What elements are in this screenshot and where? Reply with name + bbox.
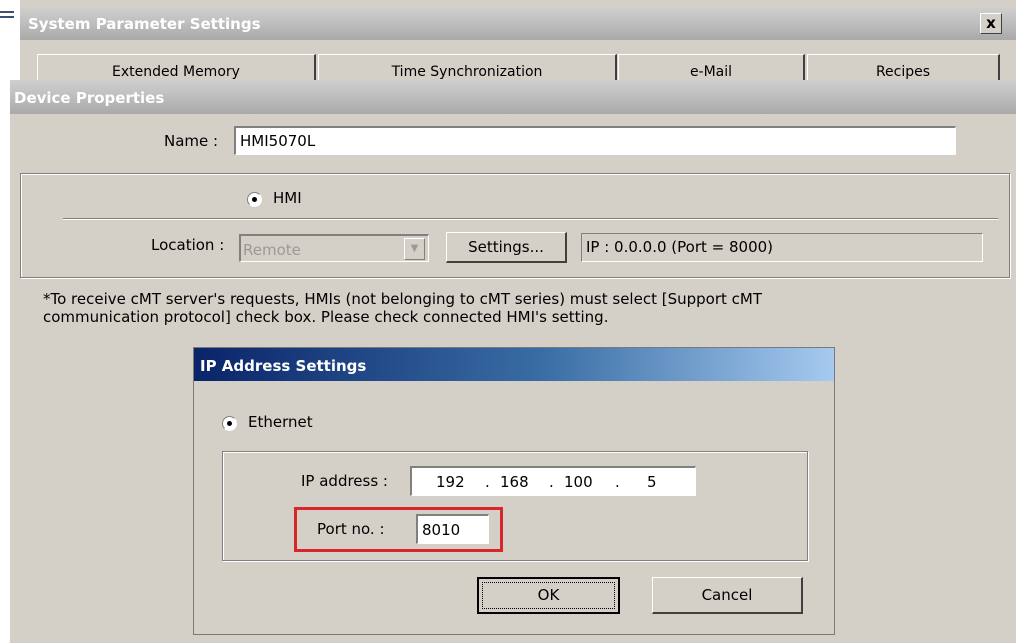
ip-display-field: IP : 0.0.0.0 (Port = 8000)	[581, 233, 983, 262]
ethernet-radio[interactable]	[222, 416, 237, 431]
ip-address-settings-dialog: IP Address Settings Ethernet IP address …	[193, 347, 835, 635]
port-value: 8010	[422, 521, 461, 539]
location-dropdown[interactable]: Remote ▼	[239, 234, 429, 262]
ip-octet-4[interactable]: 5	[647, 473, 657, 491]
ip-dot-2: .	[549, 473, 554, 491]
cancel-button[interactable]: Cancel	[652, 577, 803, 614]
ip-dot-1: .	[485, 473, 490, 491]
ip-settings-group: IP address : 192 . 168 . 100 . 5 Port no…	[222, 451, 808, 561]
device-properties-title: Device Properties	[14, 89, 165, 107]
port-input[interactable]: 8010	[416, 514, 489, 544]
chevron-down-icon[interactable]: ▼	[404, 238, 425, 260]
ip-address-label: IP address :	[301, 472, 388, 490]
ethernet-radio-label: Ethernet	[248, 413, 313, 431]
group-divider	[63, 218, 998, 220]
location-value: Remote	[243, 241, 301, 259]
name-input[interactable]: HMI5070L	[234, 126, 956, 155]
device-properties-titlebar: Device Properties	[10, 80, 1016, 114]
ip-display-value: IP : 0.0.0.0 (Port = 8000)	[586, 238, 774, 256]
ip-dialog-title: IP Address Settings	[200, 357, 367, 375]
location-label: Location :	[151, 236, 225, 254]
ok-button-label: OK	[537, 586, 560, 604]
cmt-note-line1: *To receive cMT server's requests, HMIs …	[43, 290, 762, 308]
name-label: Name :	[164, 132, 219, 150]
ip-dot-3: .	[615, 473, 620, 491]
ip-octet-2[interactable]: 168	[500, 473, 529, 491]
system-window-titlebar: System Parameter Settings x	[20, 8, 1016, 40]
hmi-radio[interactable]	[247, 192, 262, 207]
ip-dialog-titlebar: IP Address Settings	[194, 348, 834, 381]
close-icon[interactable]: x	[980, 13, 1002, 34]
cmt-note-line2: communication protocol] check box. Pleas…	[43, 308, 609, 326]
radio-selected-icon	[227, 421, 232, 426]
ip-octet-1[interactable]: 192	[436, 473, 465, 491]
ip-address-input[interactable]: 192 . 168 . 100 . 5	[410, 466, 696, 496]
system-window-title: System Parameter Settings	[28, 15, 261, 33]
settings-button[interactable]: Settings...	[446, 232, 567, 263]
ip-octet-3[interactable]: 100	[564, 473, 593, 491]
device-type-group: HMI Location : Remote ▼ Settings... IP :…	[20, 173, 1010, 278]
hmi-radio-label: HMI	[273, 189, 302, 207]
ok-button[interactable]: OK	[477, 577, 620, 614]
port-label: Port no. :	[317, 520, 385, 538]
window-edge-icon	[0, 11, 14, 24]
cmt-note: *To receive cMT server's requests, HMIs …	[43, 290, 762, 326]
radio-selected-icon	[252, 197, 257, 202]
name-value: HMI5070L	[240, 132, 316, 150]
